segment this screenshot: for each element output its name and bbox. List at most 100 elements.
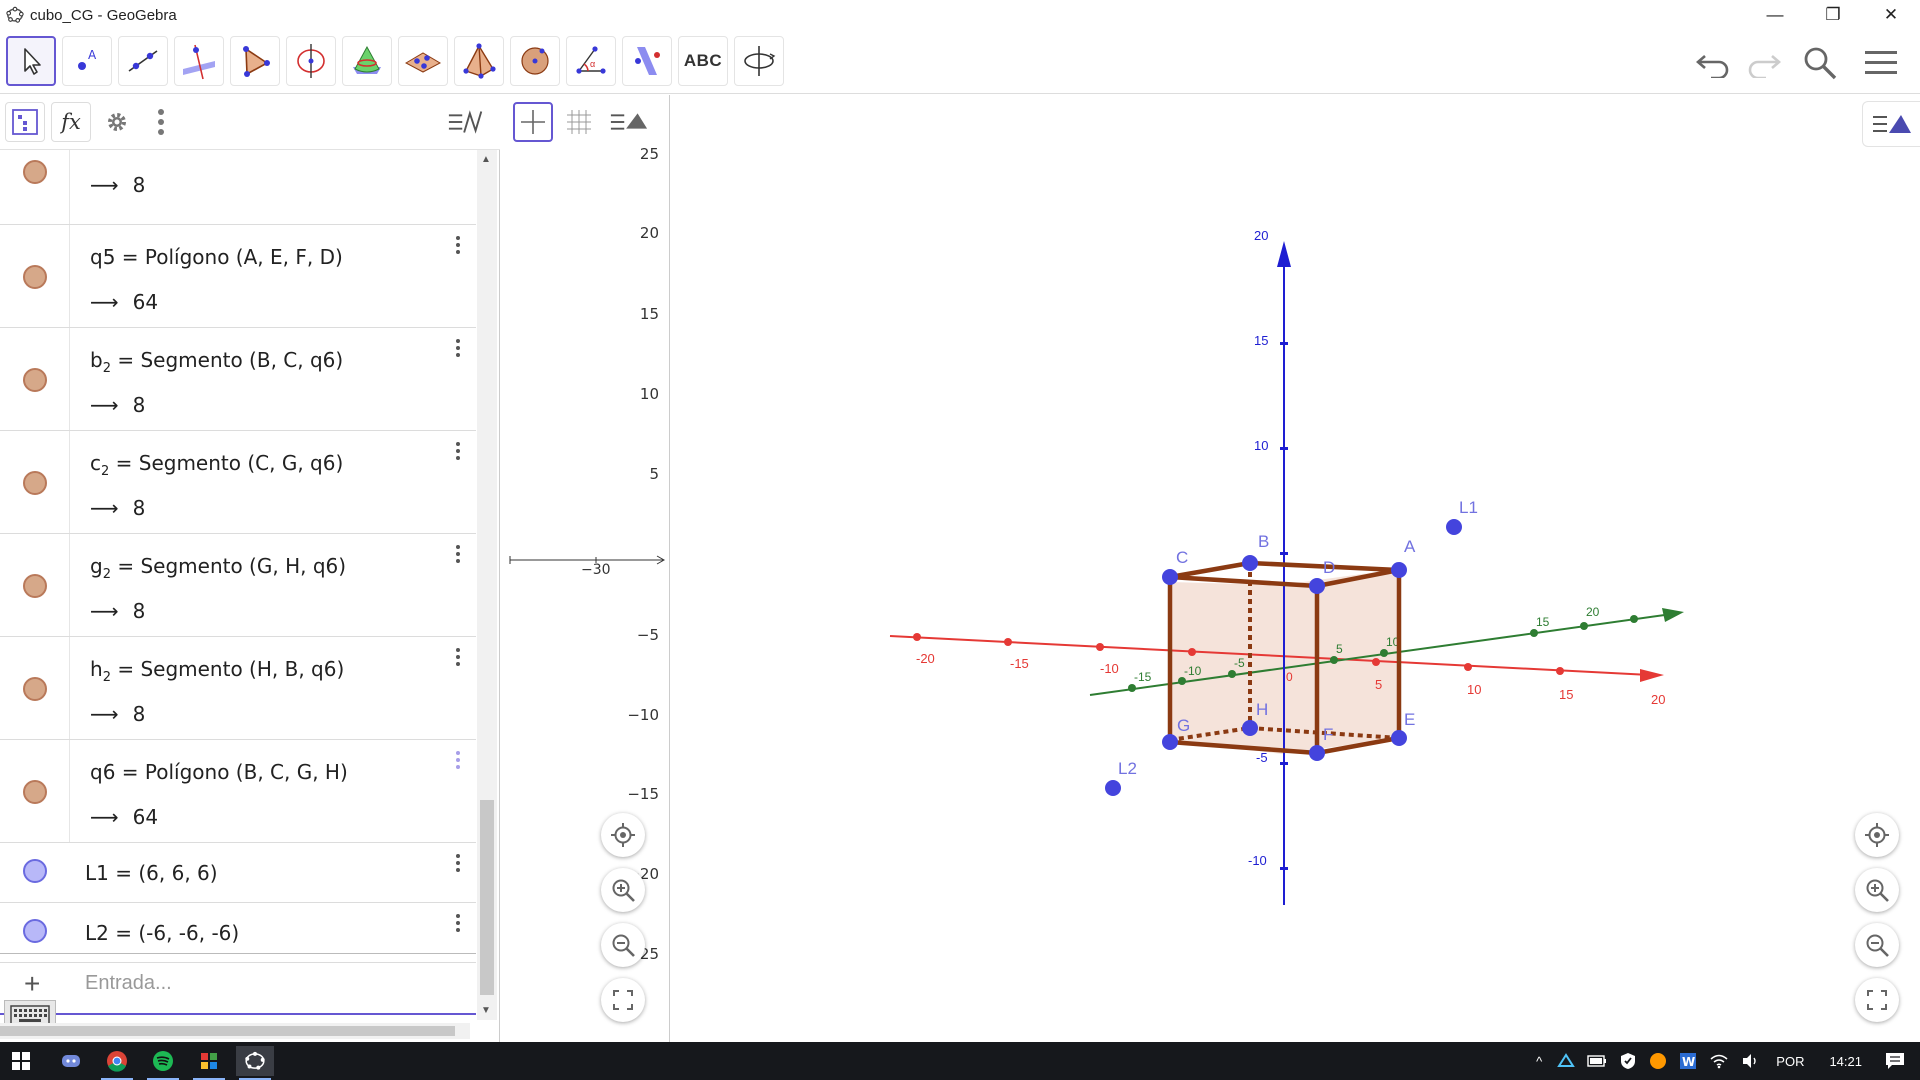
- reflect-tool[interactable]: [622, 36, 672, 86]
- scene-3d[interactable]: -20 -15 -10 5 10 15 20 -15 -10 -5 5 10 1…: [672, 95, 1920, 1042]
- list-item[interactable]: c2 = Segmento (C, G, q6) ⟶ 8: [0, 431, 476, 534]
- zoom-out-button[interactable]: [1855, 923, 1899, 967]
- visibility-toggle[interactable]: [23, 160, 47, 184]
- graphics-3d-view[interactable]: -20 -15 -10 5 10 15 20 -15 -10 -5 5 10 1…: [672, 95, 1920, 1042]
- horizontal-scrollbar[interactable]: [0, 1023, 470, 1039]
- list-item[interactable]: h2 = Segmento (H, B, q6) ⟶ 8: [0, 637, 476, 740]
- plane-tool[interactable]: [398, 36, 448, 86]
- item-expression[interactable]: g2 = Segmento (G, H, q6): [90, 554, 346, 582]
- item-menu-button[interactable]: [456, 439, 460, 463]
- item-menu-button[interactable]: [456, 911, 460, 935]
- fullscreen-button[interactable]: [601, 978, 645, 1022]
- visibility-toggle[interactable]: [23, 859, 47, 883]
- line-tool[interactable]: [118, 36, 168, 86]
- close-button[interactable]: ✕: [1862, 0, 1920, 30]
- restore-button[interactable]: ❐: [1804, 0, 1862, 30]
- visibility-toggle[interactable]: [23, 919, 47, 943]
- text-tool[interactable]: ABC: [678, 36, 728, 86]
- zoom-out-button[interactable]: [601, 923, 645, 967]
- item-expression[interactable]: b2 = Segmento (B, C, q6): [90, 348, 343, 376]
- notifications-icon[interactable]: [1884, 1051, 1906, 1071]
- shield-icon[interactable]: [1619, 1052, 1637, 1070]
- volume-icon[interactable]: [1741, 1053, 1761, 1069]
- item-menu-button[interactable]: [456, 851, 460, 875]
- main-menu-button[interactable]: [1860, 42, 1902, 84]
- point-tool[interactable]: A: [62, 36, 112, 86]
- polygon-tool[interactable]: [230, 36, 280, 86]
- grid-toggle-button[interactable]: [559, 102, 599, 142]
- scroll-down-icon[interactable]: ▼: [481, 1005, 491, 1016]
- visibility-toggle[interactable]: [23, 780, 47, 804]
- item-expression[interactable]: q5 = Polígono (A, E, F, D): [90, 245, 343, 269]
- algebra-more-button[interactable]: [141, 102, 181, 142]
- function-button[interactable]: 𝑓x: [51, 102, 91, 142]
- algebra-style-button[interactable]: [447, 102, 487, 142]
- search-button[interactable]: [1799, 42, 1841, 84]
- intersect-surfaces-tool[interactable]: [342, 36, 392, 86]
- list-item[interactable]: b2 = Segmento (B, C, q6) ⟶ 8: [0, 328, 476, 431]
- item-menu-button[interactable]: [456, 748, 460, 772]
- zoom-in-button[interactable]: [601, 868, 645, 912]
- word-icon[interactable]: W: [1679, 1052, 1697, 1070]
- circle-axis-tool[interactable]: [286, 36, 336, 86]
- algebra-view-toggle[interactable]: [5, 102, 45, 142]
- redo-button[interactable]: [1742, 42, 1784, 84]
- home-view-button[interactable]: [1855, 813, 1899, 857]
- rotate-view-tool[interactable]: [734, 36, 784, 86]
- undo-button[interactable]: [1693, 42, 1735, 84]
- item-expression[interactable]: q6 = Polígono (B, C, G, H): [90, 760, 348, 784]
- perpendicular-line-tool[interactable]: [174, 36, 224, 86]
- sphere-tool[interactable]: [510, 36, 560, 86]
- move-tool[interactable]: [6, 36, 56, 86]
- list-item[interactable]: q5 = Polígono (A, E, F, D) ⟶ 64: [0, 225, 476, 328]
- network-share-icon[interactable]: [1557, 1052, 1576, 1070]
- list-item[interactable]: g2 = Segmento (G, H, q6) ⟶ 8: [0, 534, 476, 637]
- scroll-up-icon[interactable]: ▲: [481, 154, 491, 165]
- item-expression[interactable]: h2 = Segmento (H, B, q6): [90, 657, 344, 685]
- axes-toggle-button[interactable]: [513, 102, 553, 142]
- add-icon[interactable]: +: [24, 968, 40, 1000]
- list-item[interactable]: L1 = (6, 6, 6): [0, 843, 476, 903]
- item-menu-button[interactable]: [456, 233, 460, 257]
- minimize-button[interactable]: —: [1746, 0, 1804, 30]
- algebra-scrollbar[interactable]: ▲ ▼: [477, 150, 497, 1020]
- item-menu-button[interactable]: [456, 336, 460, 360]
- home-view-button[interactable]: [601, 813, 645, 857]
- item-menu-button[interactable]: [456, 645, 460, 669]
- taskbar-app[interactable]: [190, 1046, 228, 1080]
- visibility-toggle[interactable]: [23, 471, 47, 495]
- language-indicator[interactable]: POR: [1776, 1054, 1804, 1069]
- angle-tool[interactable]: α: [566, 36, 616, 86]
- fullscreen-button[interactable]: [1855, 978, 1899, 1022]
- horizontal-scroll-thumb[interactable]: [0, 1026, 455, 1036]
- list-item[interactable]: q6 = Polígono (B, C, G, H) ⟶ 64: [0, 740, 476, 843]
- input-bar[interactable]: + Entrada...: [0, 953, 476, 1015]
- graphics-style-button[interactable]: [609, 102, 649, 142]
- item-menu-button[interactable]: [456, 542, 460, 566]
- taskbar-spotify[interactable]: [144, 1046, 182, 1080]
- orange-app-icon[interactable]: [1649, 1052, 1667, 1070]
- input-field[interactable]: Entrada...: [85, 972, 172, 995]
- zoom-in-button[interactable]: [1855, 868, 1899, 912]
- taskbar-chrome[interactable]: [98, 1046, 136, 1080]
- start-button[interactable]: [2, 1046, 40, 1076]
- battery-icon[interactable]: [1587, 1054, 1607, 1068]
- clock[interactable]: 14:21: [1829, 1054, 1862, 1069]
- settings-button[interactable]: [97, 102, 137, 142]
- visibility-toggle[interactable]: [23, 574, 47, 598]
- list-item[interactable]: ⟶ 8: [0, 150, 476, 225]
- graphics-3d-style-button[interactable]: [1862, 101, 1920, 147]
- item-expression[interactable]: c2 = Segmento (C, G, q6): [90, 451, 343, 479]
- graphics-2d-view[interactable]: 25 20 15 10 5 −5 −10 −15 −20 −25 −30: [505, 95, 670, 1042]
- visibility-toggle[interactable]: [23, 265, 47, 289]
- visibility-toggle[interactable]: [23, 677, 47, 701]
- taskbar-geogebra[interactable]: [236, 1046, 274, 1080]
- item-expression[interactable]: L1 = (6, 6, 6): [85, 861, 218, 885]
- visibility-toggle[interactable]: [23, 368, 47, 392]
- item-expression[interactable]: L2 = (-6, -6, -6): [85, 921, 239, 945]
- taskbar-discord[interactable]: [52, 1046, 90, 1076]
- wifi-icon[interactable]: [1709, 1053, 1729, 1069]
- pyramid-tool[interactable]: [454, 36, 504, 86]
- scrollbar-thumb[interactable]: [480, 800, 494, 995]
- chevron-up-icon[interactable]: ^: [1536, 1054, 1542, 1069]
